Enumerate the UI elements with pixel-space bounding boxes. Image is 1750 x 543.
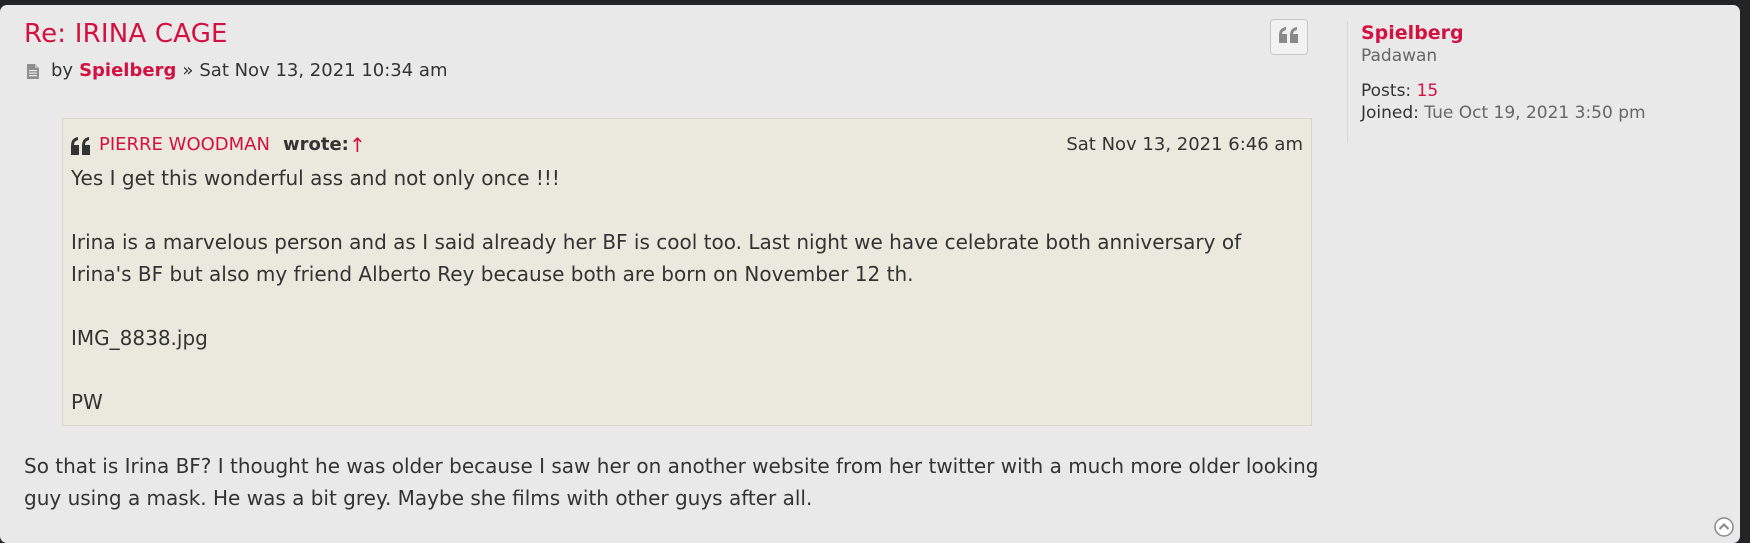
author-profile: Spielberg Padawan Posts: 15 Joined: Tue …: [1347, 21, 1727, 143]
quote-date: Sat Nov 13, 2021 6:46 am: [1066, 134, 1303, 155]
profile-joined-label: Joined:: [1361, 103, 1419, 123]
quote-header: PIERRE WOODMAN wrote: ↑ Sat Nov 13, 2021…: [71, 133, 1303, 160]
profile-posts-label: Posts:: [1361, 81, 1412, 101]
quote-icon: [1279, 27, 1299, 47]
back-to-top-button[interactable]: [1714, 517, 1734, 537]
post-container: Re: IRINA CAGE by Spielberg » Sat Nov 13…: [0, 5, 1740, 543]
byline-author-link[interactable]: Spielberg: [79, 60, 176, 81]
quote-mark-icon: [71, 137, 91, 155]
profile-posts: Posts: 15: [1361, 81, 1438, 101]
quote-paragraph: PW: [71, 390, 103, 414]
post-content: So that is Irina BF? I thought he was ol…: [24, 454, 1319, 510]
quote-author-link[interactable]: PIERRE WOODMAN: [99, 134, 270, 155]
quote-body: Yes I get this wonderful ass and not onl…: [71, 162, 1301, 418]
quote-paragraph: Yes I get this wonderful ass and not onl…: [71, 166, 560, 190]
profile-joined-date: Tue Oct 19, 2021 3:50 pm: [1424, 103, 1646, 123]
post-title[interactable]: Re: IRINA CAGE: [24, 19, 228, 49]
post-byline: by Spielberg » Sat Nov 13, 2021 10:34 am: [27, 60, 447, 81]
quote-button[interactable]: [1270, 19, 1308, 55]
post-document-icon[interactable]: [27, 63, 39, 79]
quote-block: PIERRE WOODMAN wrote: ↑ Sat Nov 13, 2021…: [62, 118, 1312, 426]
profile-rank: Padawan: [1361, 46, 1438, 66]
chevron-up-circle-icon: [1714, 517, 1734, 541]
profile-posts-link[interactable]: 15: [1417, 81, 1439, 101]
quote-paragraph: Irina is a marvelous person and as I sai…: [71, 230, 1242, 286]
profile-joined: Joined: Tue Oct 19, 2021 3:50 pm: [1361, 103, 1646, 123]
quote-wrote-label: wrote:: [283, 134, 349, 155]
byline-by: by: [51, 60, 74, 81]
quote-source-arrow-icon[interactable]: ↑: [349, 133, 366, 157]
byline-separator: »: [182, 60, 194, 81]
quote-attachment-name: IMG_8838.jpg: [71, 326, 208, 350]
profile-username-link[interactable]: Spielberg: [1361, 22, 1464, 44]
byline-date: Sat Nov 13, 2021 10:34 am: [199, 60, 448, 81]
